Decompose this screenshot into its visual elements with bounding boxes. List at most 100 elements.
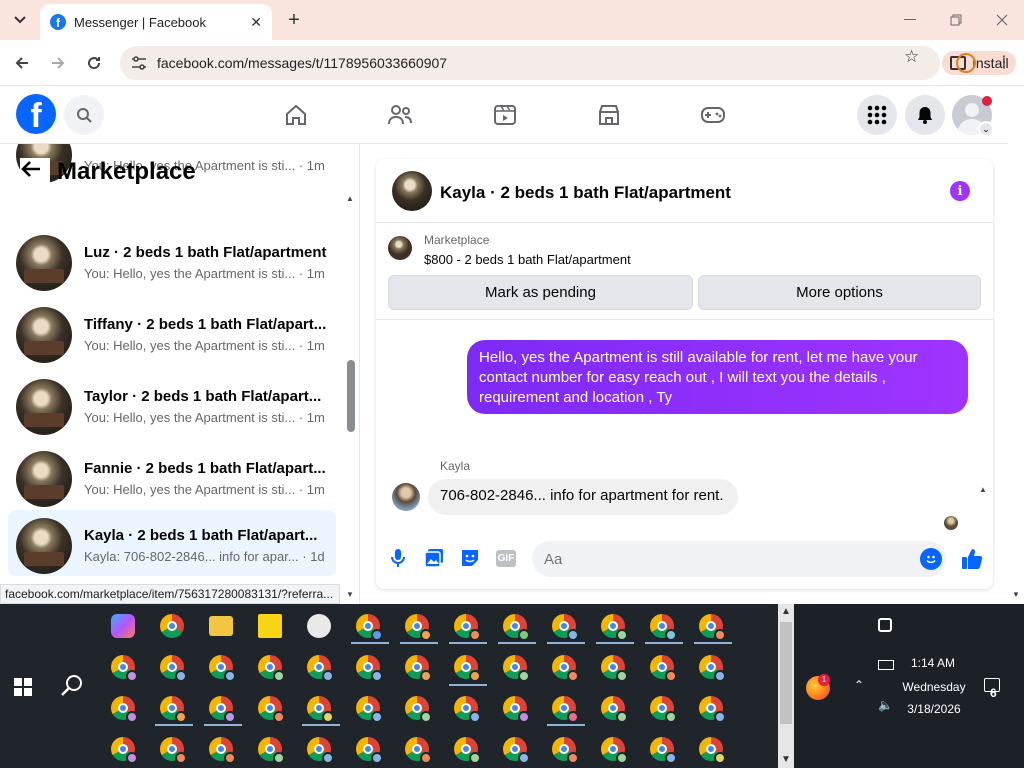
chrome-profile-icon[interactable] <box>699 614 726 641</box>
back-button[interactable] <box>8 49 36 77</box>
chrome-profile-icon[interactable] <box>258 655 285 682</box>
scrollbar-thumb[interactable] <box>347 360 355 432</box>
chrome-profile-icon[interactable] <box>111 655 138 682</box>
scroll-down-arrow-icon[interactable]: ▼ <box>1012 590 1020 599</box>
scroll-up-arrow-icon[interactable]: ▲ <box>781 606 791 617</box>
chrome-profile-icon[interactable] <box>356 655 383 682</box>
thumbs-up-icon[interactable] <box>960 547 984 571</box>
chrome-profile-icon[interactable] <box>650 737 677 764</box>
chrome-profile-icon[interactable] <box>307 737 334 764</box>
chrome-profile-icon[interactable] <box>160 737 187 764</box>
chrome-profile-icon[interactable] <box>601 655 628 682</box>
conversation-item[interactable]: Luz · 2 beds 1 bath Flat/apartment You: … <box>8 230 336 296</box>
sticker-icon[interactable] <box>459 547 481 569</box>
sender-avatar[interactable] <box>392 483 420 511</box>
conversation-item-active[interactable]: Kayla · 2 beds 1 bath Flat/apart... Kayl… <box>8 510 336 576</box>
chrome-profile-icon[interactable] <box>160 696 187 723</box>
notifications-button[interactable] <box>905 95 945 135</box>
clock-date[interactable]: 3/18/2026 <box>898 702 970 716</box>
info-icon[interactable]: i <box>950 181 970 201</box>
chrome-profile-icon[interactable] <box>209 696 236 723</box>
microphone-icon[interactable] <box>387 547 409 569</box>
listing-thumbnail-small[interactable] <box>388 236 412 260</box>
show-hidden-icons-chevron-icon[interactable]: ⌃ <box>854 678 864 692</box>
chrome-profile-icon[interactable] <box>699 696 726 723</box>
chrome-profile-icon[interactable] <box>699 655 726 682</box>
conversation-item[interactable]: Taylor · 2 beds 1 bath Flat/apart... You… <box>8 374 336 440</box>
chrome-profile-icon[interactable] <box>307 655 334 682</box>
message-input[interactable] <box>532 541 946 577</box>
chrome-profile-icon[interactable] <box>405 696 432 723</box>
more-options-button[interactable]: More options <box>698 275 981 310</box>
chevron-down-icon[interactable]: ⌄ <box>978 121 994 137</box>
listing-price-title[interactable]: $800 - 2 beds 1 bath Flat/apartment <box>424 252 631 267</box>
chrome-profile-icon[interactable] <box>699 737 726 764</box>
chrome-profile-icon[interactable] <box>160 655 187 682</box>
taskbar-scrollbar[interactable]: ▲ ▼ <box>778 604 794 768</box>
new-tab-button[interactable]: + <box>282 8 306 32</box>
scroll-up-arrow-icon[interactable]: ▲ <box>979 485 987 494</box>
tab-close-icon[interactable]: ✕ <box>250 14 262 31</box>
home-icon[interactable] <box>281 100 311 130</box>
conversation-item[interactable]: Tiffany · 2 beds 1 bath Flat/apart... Yo… <box>8 302 336 368</box>
chrome-profile-icon[interactable] <box>650 696 677 723</box>
chrome-profile-icon[interactable] <box>650 655 677 682</box>
menu-grid-button[interactable] <box>857 95 897 135</box>
gaming-icon[interactable] <box>698 100 728 130</box>
restore-icon[interactable] <box>934 6 978 34</box>
watch-video-icon[interactable] <box>490 100 520 130</box>
browser-tab[interactable]: f Messenger | Facebook ✕ <box>40 4 272 40</box>
chrome-profile-icon[interactable] <box>503 737 530 764</box>
paint-app-icon[interactable] <box>307 614 331 638</box>
chrome-profile-icon[interactable] <box>405 737 432 764</box>
forward-button[interactable] <box>44 49 72 77</box>
copilot-icon[interactable] <box>111 614 135 638</box>
sticky-notes-icon[interactable] <box>258 614 282 638</box>
chrome-profile-icon[interactable] <box>356 614 383 641</box>
chrome-profile-icon[interactable] <box>503 614 530 641</box>
chrome-profile-icon[interactable] <box>601 696 628 723</box>
chrome-profile-icon[interactable] <box>307 696 334 723</box>
mark-as-pending-button[interactable]: Mark as pending <box>388 275 693 310</box>
scroll-down-arrow-icon[interactable]: ▼ <box>781 754 791 765</box>
network-icon[interactable] <box>878 660 894 670</box>
browser-profile-icon[interactable] <box>956 53 976 73</box>
scroll-up-arrow-icon[interactable]: ▲ <box>346 194 354 203</box>
gif-icon[interactable]: GIF <box>495 547 517 569</box>
marketplace-icon[interactable] <box>594 100 624 130</box>
facebook-search-button[interactable] <box>64 95 104 135</box>
scroll-down-arrow-icon[interactable]: ▼ <box>346 590 354 599</box>
chrome-profile-icon[interactable] <box>552 737 579 764</box>
reload-button[interactable] <box>80 49 108 77</box>
chrome-profile-icon[interactable] <box>552 696 579 723</box>
scrollbar-thumb[interactable] <box>780 622 792 724</box>
clock-day[interactable]: Wednesday <box>894 680 974 694</box>
chrome-profile-icon[interactable] <box>503 696 530 723</box>
clock-time[interactable]: 1:14 AM <box>898 656 968 670</box>
chrome-profile-icon[interactable] <box>356 737 383 764</box>
chrome-profile-icon[interactable] <box>454 737 481 764</box>
chrome-profile-icon[interactable] <box>552 614 579 641</box>
tab-search-chevron-icon[interactable] <box>8 8 32 32</box>
incoming-message[interactable]: 706-802-2846... info for apartment for r… <box>428 479 738 515</box>
page-scrollbar[interactable]: ▼ <box>1008 86 1024 604</box>
chrome-profile-icon[interactable] <box>111 696 138 723</box>
meet-now-icon[interactable] <box>878 618 892 632</box>
chrome-profile-icon[interactable] <box>650 614 677 641</box>
chrome-profile-icon[interactable] <box>356 696 383 723</box>
outgoing-message[interactable]: Hello, yes the Apartment is still availa… <box>467 340 968 414</box>
close-window-icon[interactable] <box>980 6 1024 34</box>
friends-icon[interactable] <box>385 100 415 130</box>
address-bar[interactable]: facebook.com/messages/t/1178956033660907… <box>120 46 1016 80</box>
windows-start-icon[interactable] <box>14 678 32 696</box>
chrome-profile-icon[interactable] <box>454 696 481 723</box>
chrome-profile-icon[interactable] <box>454 655 481 682</box>
conversation-item[interactable]: Fannie · 2 beds 1 bath Flat/apart... You… <box>8 446 336 512</box>
chrome-profile-icon[interactable] <box>405 614 432 641</box>
chat-listing-thumbnail[interactable] <box>392 171 432 211</box>
chrome-icon[interactable] <box>160 614 184 638</box>
chrome-profile-icon[interactable] <box>454 614 481 641</box>
facebook-logo-icon[interactable]: f <box>16 94 56 134</box>
chrome-profile-icon[interactable] <box>601 737 628 764</box>
chrome-profile-icon[interactable] <box>405 655 432 682</box>
